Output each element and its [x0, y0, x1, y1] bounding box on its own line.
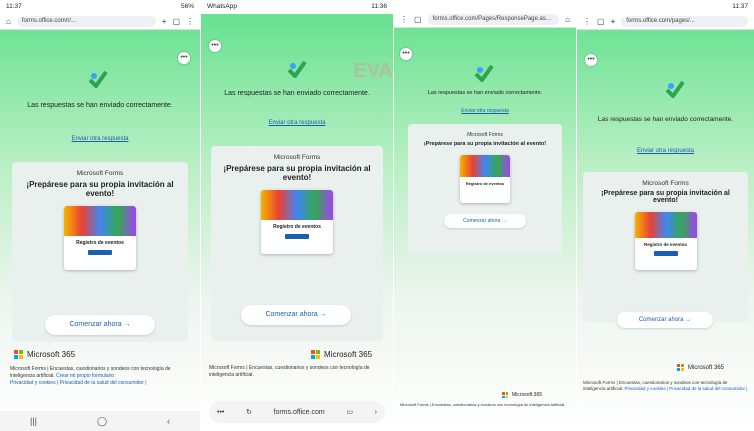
get-started-button[interactable]: Comenzar ahora → [444, 214, 526, 228]
invite-title: Registro de eventos [643, 242, 687, 247]
submit-another-link[interactable]: Enviar otra respuesta [201, 120, 393, 126]
invite-illustration: Registro de eventos [64, 206, 136, 270]
invite-illustration: Registro de eventos [634, 212, 697, 270]
address-bar[interactable]: forms.office.com [274, 409, 325, 416]
get-started-button[interactable]: Comenzar ahora → [45, 315, 155, 335]
check-icon [665, 80, 685, 98]
confirmation-message: Las respuestas se han enviado correctame… [427, 90, 543, 96]
footer-text: Microsoft Forms | Encuestas, cuestionari… [10, 366, 171, 386]
back-to-app[interactable]: WhatsApp [207, 3, 237, 11]
get-started-button[interactable]: Comenzar ahora → [617, 312, 713, 328]
address-bar[interactable]: forms.office.com/pages/... [621, 16, 748, 27]
status-bar [394, 0, 576, 12]
home-icon[interactable]: ⌂ [6, 17, 11, 26]
microsoft-365-label: Microsoft 365 [14, 350, 75, 359]
status-bar: 11:37 [577, 0, 754, 14]
footer-text: Microsoft Forms | Encuestas, cuestionari… [583, 380, 748, 391]
clock: 11:37 [732, 3, 748, 10]
more-icon[interactable]: ⋮ [186, 17, 194, 26]
more-icon[interactable]: ••• [400, 48, 412, 60]
browser-toolbar: ⋮ ▢ + forms.office.com/pages/... [577, 14, 754, 30]
panel-2: WhatsApp 11:36 ••• EVA Las respuestas se… [201, 0, 393, 431]
address-bar[interactable]: forms.office.com/Pages/ResponsePage.aspx… [427, 14, 560, 25]
promo-headline: ¡Prepárese para su propia invitación al … [601, 190, 730, 204]
brand-name: Microsoft Forms [467, 132, 503, 138]
battery-level: 56% [180, 3, 194, 10]
browser-bottom-bar: ••• ↻ forms.office.com ▭ › [209, 401, 385, 423]
more-icon[interactable]: ••• [209, 40, 221, 52]
browser-toolbar: ⌂ forms.office.com/r/... + ▢ ⋮ [0, 14, 200, 30]
submit-another-link[interactable]: Enviar otra respuesta [577, 148, 754, 154]
plus-icon[interactable]: + [611, 17, 616, 26]
invite-title: Registro de eventos [76, 240, 124, 246]
confirmation-message: Las respuestas se han enviado correctame… [27, 102, 173, 109]
more-icon[interactable]: ••• [178, 52, 190, 64]
bookmark-icon[interactable]: ▭ [346, 408, 353, 416]
invite-title: Registro de eventos [465, 181, 505, 186]
brand-name: Microsoft Forms [642, 180, 689, 187]
more-icon[interactable]: ••• [585, 54, 597, 66]
confirmation-message: Las respuestas se han enviado correctame… [597, 116, 734, 123]
microsoft-logo-icon [677, 364, 684, 371]
check-icon [474, 64, 494, 82]
more-icon[interactable]: ⋮ [400, 15, 408, 24]
tabs-icon[interactable]: ▢ [597, 17, 605, 26]
submit-another-link[interactable]: Enviar otra respuesta [0, 136, 200, 142]
microsoft-365-label: Microsoft 365 [677, 364, 724, 371]
microsoft-logo-icon [502, 392, 508, 398]
promo-card: Microsoft Forms ¡Prepárese para su propi… [408, 124, 562, 254]
status-bar: 11:37 56% [0, 0, 200, 14]
home-button[interactable]: ◯ [97, 416, 107, 427]
confirmation-message: Las respuestas se han enviado correctame… [224, 90, 370, 97]
invite-illustration: Registro de eventos [261, 190, 333, 254]
invite-title: Registro de eventos [273, 224, 321, 230]
panel-3: ⋮ ▢ forms.office.com/Pages/ResponsePage.… [394, 0, 576, 431]
tabs-icon[interactable]: ▢ [172, 17, 180, 26]
panel-1: 11:37 56% ⌂ forms.office.com/r/... + ▢ ⋮… [0, 0, 200, 431]
promo-card: Microsoft Forms ¡Prepárese para su propi… [583, 172, 748, 322]
microsoft-365-label: Microsoft 365 [311, 350, 372, 359]
decoration: EVA [353, 60, 393, 82]
tabs-icon[interactable]: ▢ [414, 15, 422, 24]
plus-icon[interactable]: + [162, 17, 167, 26]
privacy-link[interactable]: Privacidad y cookies | Privacidad de la … [625, 386, 748, 391]
invite-illustration: Registro de eventos [460, 155, 510, 203]
forward-icon[interactable]: › [375, 409, 377, 416]
address-bar[interactable]: forms.office.com/r/... [16, 16, 156, 27]
create-form-link[interactable]: Crear mi propio formulario [56, 373, 114, 379]
microsoft-365-label: Microsoft 365 [502, 392, 542, 398]
more-icon[interactable]: ••• [217, 409, 224, 416]
get-started-button[interactable]: Comenzar ahora → [241, 305, 351, 325]
panel-4: 11:37 ⋮ ▢ + forms.office.com/pages/... •… [577, 0, 754, 431]
browser-toolbar: ⋮ ▢ forms.office.com/Pages/ResponsePage.… [394, 12, 576, 28]
check-icon [88, 70, 108, 88]
system-nav: ||| ◯ ‹ [0, 411, 200, 431]
brand-name: Microsoft Forms [76, 170, 124, 177]
brand-name: Microsoft Forms [273, 154, 321, 161]
clock: 11:36 [371, 3, 387, 10]
back-button[interactable]: ‹ [167, 416, 170, 426]
more-icon[interactable]: ⋮ [583, 17, 591, 26]
refresh-icon[interactable]: ↻ [246, 408, 252, 416]
promo-headline: ¡Prepárese para su propia invitación al … [223, 164, 371, 182]
status-bar: WhatsApp 11:36 [201, 0, 393, 14]
privacy-link[interactable]: Privacidad y cookies | Privacidad de la … [10, 380, 147, 386]
check-icon [287, 60, 307, 78]
promo-headline: ¡Prepárese para su propia invitación al … [423, 141, 547, 147]
home-icon[interactable]: ⌂ [565, 15, 570, 24]
footer-text: Microsoft Forms | Encuestas, cuestionari… [400, 402, 566, 407]
submit-another-link[interactable]: Enviar otra respuesta [394, 108, 576, 114]
clock: 11:37 [6, 3, 22, 10]
microsoft-logo-icon [14, 350, 23, 359]
recents-button[interactable]: ||| [30, 416, 37, 426]
footer-text: Microsoft Forms | Encuestas, cuestionari… [209, 365, 370, 378]
promo-headline: ¡Prepárese para su propia invitación al … [26, 180, 174, 198]
microsoft-logo-icon [311, 350, 320, 359]
